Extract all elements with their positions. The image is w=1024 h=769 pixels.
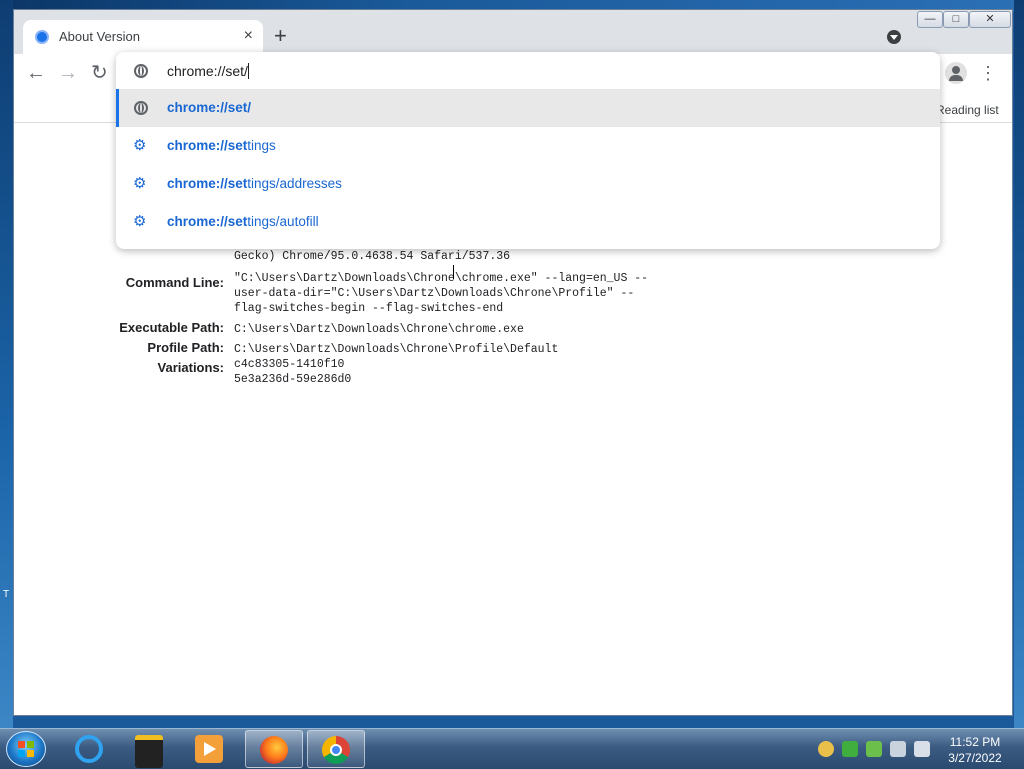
start-button[interactable] [6,731,46,767]
chrome-favicon-icon [35,30,49,44]
suggestion-text: chrome://settings [167,138,276,153]
suggestion-rest: tings [247,138,276,153]
gear-icon: ⚙ [133,137,147,154]
mouse-ibeam-cursor [453,265,454,279]
chrome-icon [322,736,350,764]
omnibox-input-row[interactable]: chrome://set/ [116,52,940,89]
taskbar-chrome[interactable] [307,730,365,768]
suggestion-rest: tings/addresses [247,176,342,191]
tray-user-icon[interactable] [818,741,834,757]
variations-row: Variations: [14,352,224,375]
suggestion-rest: tings/autofill [247,214,319,229]
gear-icon: ⚙ [133,213,147,230]
game-app-icon [135,735,163,768]
maximize-button[interactable]: □ [943,11,969,28]
suggestion-text: chrome://settings/addresses [167,176,342,191]
more-menu-icon[interactable]: ⋮ [979,62,997,84]
new-tab-button[interactable]: + [274,25,287,47]
reload-icon[interactable]: ↻ [91,62,108,84]
title-bar: About Version × + — □ ✕ [14,10,1012,54]
omnibox-input-value: chrome://set/ [167,63,248,79]
tray-check-icon[interactable] [866,741,882,757]
user-agent-value: Gecko) Chrome/95.0.4638.54 Safari/537.36 [234,250,511,263]
suggestion-text: chrome://set/ [167,100,251,115]
tray-utorrent-icon[interactable] [842,741,858,757]
globe-icon [134,101,148,115]
taskbar: 11:52 PM 3/27/2022 [0,728,1024,769]
tab-close-icon[interactable]: × [244,27,253,45]
close-button[interactable]: ✕ [969,11,1011,28]
tab-about-version[interactable]: About Version × [23,20,263,54]
command-line-row: Command Line: [14,267,224,312]
desktop-background-right [1014,0,1024,728]
command-line-value: "C:\Users\Dartz\Downloads\Chrone\chrome.… [234,272,649,315]
omnibox-dropdown: chrome://set/ chrome://set/ ⚙ chrome://s… [116,52,940,249]
executable-path-value: C:\Users\Dartz\Downloads\Chrone\chrome.e… [234,323,524,336]
suggestion-item-settings-addresses[interactable]: ⚙ chrome://settings/addresses [116,165,940,203]
firefox-icon [260,736,288,764]
desktop-edge-text: T [3,589,10,600]
tray-network-icon[interactable] [890,741,906,757]
back-arrow-icon[interactable]: ← [26,62,46,84]
suggestion-item-settings[interactable]: ⚙ chrome://settings [116,127,940,165]
profile-path-value: C:\Users\Dartz\Downloads\Chrone\Profile\… [234,343,559,356]
reading-list-button[interactable]: Reading list [936,103,999,117]
variations-label: Variations: [157,360,224,375]
globe-icon [134,64,148,78]
taskbar-firefox[interactable] [245,730,303,768]
executable-path-row: Executable Path: [14,312,224,335]
omnibox-input[interactable]: chrome://set/ [167,63,249,79]
taskbar-game-app[interactable] [121,730,179,768]
desktop-background-left [0,0,13,728]
suggestion-match: chrome://set [167,138,248,153]
minimize-button[interactable]: — [917,11,943,28]
forward-arrow-icon[interactable]: → [58,62,78,84]
profile-path-row: Profile Path: [14,332,224,355]
gear-icon: ⚙ [133,175,147,192]
suggestion-match: chrome://set [167,214,248,229]
command-line-label: Command Line: [125,275,224,290]
profile-avatar-icon[interactable] [945,62,967,84]
taskbar-internet-explorer[interactable] [61,730,119,768]
variations-value: c4c83305-1410f10 5e3a236d-59e286d0 [234,358,352,386]
system-clock[interactable]: 11:52 PM 3/27/2022 [940,734,1010,766]
tab-search-icon[interactable] [887,30,901,44]
clock-time: 11:52 PM [949,735,1001,749]
suggestion-item-settings-autofill[interactable]: ⚙ chrome://settings/autofill [116,203,940,241]
tray-volume-muted-icon[interactable] [914,741,930,757]
suggestion-match: chrome://set [167,176,248,191]
media-player-icon [195,735,223,763]
text-cursor [247,63,249,79]
taskbar-media-player[interactable] [181,730,239,768]
suggestion-match: chrome://set/ [167,100,252,115]
suggestion-text: chrome://settings/autofill [167,214,319,229]
suggestion-item-set[interactable]: chrome://set/ [116,89,940,127]
tab-title: About Version [59,29,140,44]
internet-explorer-icon [75,735,103,763]
clock-date: 3/27/2022 [948,751,1002,765]
